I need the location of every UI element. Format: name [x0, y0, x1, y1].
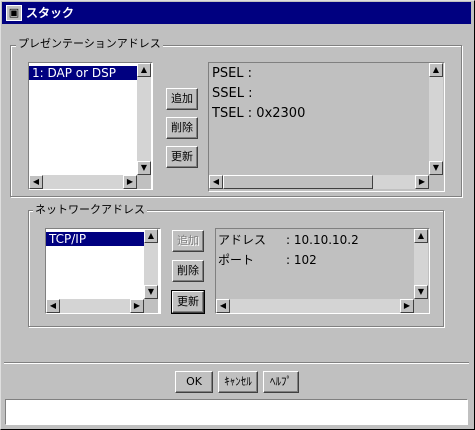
network-delete-button[interactable]: 削除 [172, 260, 204, 282]
port-row: ポート : 102 [218, 250, 412, 270]
presentation-address-list[interactable]: 1: DAP or DSP ▲ ▼ ◀ ▶ [28, 62, 153, 190]
address-value: : 10.10.10.2 [286, 233, 359, 247]
presentation-list-item[interactable]: 1: DAP or DSP [29, 66, 137, 80]
network-address-legend: ネットワークアドレス [33, 203, 147, 217]
scroll-up-arrow-icon[interactable]: ▲ [137, 63, 151, 77]
scroll-thumb[interactable] [223, 175, 373, 189]
presentation-add-button[interactable]: 追加 [166, 88, 198, 110]
scroll-corner [144, 299, 158, 313]
network-details-vscrollbar[interactable]: ▲ ▼ [414, 229, 428, 299]
scroll-down-arrow-icon[interactable]: ▼ [144, 285, 158, 299]
presentation-delete-button[interactable]: 削除 [166, 117, 198, 139]
scroll-right-arrow-icon[interactable]: ▶ [415, 175, 429, 189]
scroll-corner [429, 175, 443, 189]
network-address-list[interactable]: TCP/IP ▲ ▼ ◀ ▶ [45, 228, 161, 314]
scroll-left-arrow-icon[interactable]: ◀ [209, 175, 223, 189]
scroll-down-arrow-icon[interactable]: ▼ [429, 161, 443, 175]
footer-separator [4, 362, 469, 364]
network-list-item[interactable]: TCP/IP [46, 232, 144, 246]
address-row: アドレス : 10.10.10.2 [218, 230, 412, 250]
scroll-left-arrow-icon[interactable]: ◀ [29, 175, 43, 189]
status-field [5, 399, 468, 425]
network-update-button[interactable]: 更新 [171, 290, 205, 314]
presentation-details-hscrollbar[interactable]: ◀ ▶ [209, 175, 429, 189]
network-add-button[interactable]: 追加 [172, 230, 204, 252]
help-button[interactable]: ﾍﾙﾌﾟ [263, 371, 299, 393]
port-label: ポート [218, 253, 255, 267]
presentation-details-vscrollbar[interactable]: ▲ ▼ [429, 63, 443, 175]
presentation-update-button[interactable]: 更新 [166, 146, 198, 168]
presentation-address-legend: プレゼンテーションアドレス [16, 37, 163, 51]
ssel-text: SSEL : [212, 86, 253, 101]
network-list-vscrollbar[interactable]: ▲ ▼ [144, 229, 158, 299]
scroll-right-arrow-icon[interactable]: ▶ [130, 299, 144, 313]
app-window-icon[interactable]: ▣ [6, 5, 22, 21]
scroll-right-arrow-icon[interactable]: ▶ [400, 299, 414, 313]
scroll-down-arrow-icon[interactable]: ▼ [414, 285, 428, 299]
scroll-down-arrow-icon[interactable]: ▼ [137, 161, 151, 175]
network-list-hscrollbar[interactable]: ◀ ▶ [46, 299, 144, 313]
scroll-corner [137, 175, 151, 189]
ok-button[interactable]: OK [175, 371, 213, 393]
window-title: スタック [26, 6, 75, 20]
scroll-right-arrow-icon[interactable]: ▶ [123, 175, 137, 189]
address-label: アドレス [218, 233, 267, 247]
psel-text: PSEL : [212, 66, 253, 81]
cancel-button[interactable]: ｷｬﾝｾﾙ [218, 371, 258, 393]
presentation-list-vscrollbar[interactable]: ▲ ▼ [137, 63, 151, 175]
scroll-up-arrow-icon[interactable]: ▲ [144, 229, 158, 243]
scroll-left-arrow-icon[interactable]: ◀ [216, 299, 230, 313]
tsel-text: TSEL : 0x2300 [212, 106, 306, 121]
network-details-hscrollbar[interactable]: ◀ ▶ [216, 299, 414, 313]
presentation-details-textarea[interactable]: PSEL : SSEL : TSEL : 0x2300 ▲ ▼ ◀ ▶ [208, 62, 445, 192]
scroll-corner [414, 299, 428, 313]
scroll-left-arrow-icon[interactable]: ◀ [46, 299, 60, 313]
network-details-textarea[interactable]: アドレス : 10.10.10.2 ポート : 102 ▲ ▼ ◀ ▶ [215, 228, 430, 314]
port-value: : 102 [286, 253, 317, 267]
title-bar[interactable]: ▣ スタック [2, 2, 471, 24]
scroll-up-arrow-icon[interactable]: ▲ [414, 229, 428, 243]
scroll-up-arrow-icon[interactable]: ▲ [429, 63, 443, 77]
presentation-list-hscrollbar[interactable]: ◀ ▶ [29, 175, 137, 189]
